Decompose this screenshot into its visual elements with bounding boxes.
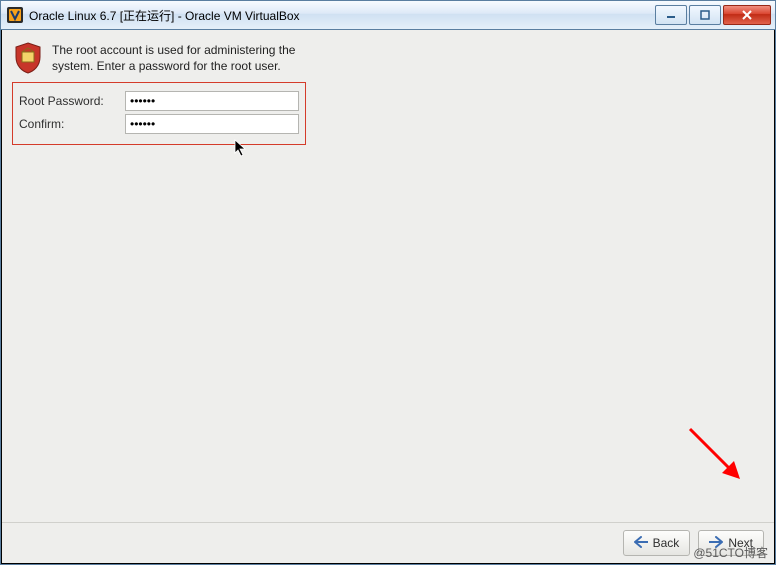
password-section: Root Password: Confirm: — [12, 82, 306, 145]
back-button[interactable]: Back — [623, 530, 691, 556]
intro-block: The root account is used for administeri… — [14, 42, 764, 74]
installer-content: The root account is used for administeri… — [2, 30, 774, 522]
virtualbox-icon — [7, 7, 23, 23]
confirm-password-row: Confirm: — [19, 114, 299, 134]
next-arrow-icon — [709, 536, 723, 551]
confirm-password-label: Confirm: — [19, 117, 125, 131]
virtualbox-window: Oracle Linux 6.7 [正在运行] - Oracle VM Virt… — [0, 0, 776, 565]
title-bar[interactable]: Oracle Linux 6.7 [正在运行] - Oracle VM Virt… — [1, 1, 775, 30]
window-controls — [655, 5, 771, 25]
installer-client-area: The root account is used for administeri… — [2, 30, 774, 563]
root-shield-icon — [14, 42, 42, 74]
next-button[interactable]: Next — [698, 530, 764, 556]
wizard-footer: Back Next — [2, 522, 774, 563]
minimize-button[interactable] — [655, 5, 687, 25]
next-button-label: Next — [728, 536, 753, 550]
window-title: Oracle Linux 6.7 [正在运行] - Oracle VM Virt… — [29, 7, 655, 24]
maximize-button[interactable] — [689, 5, 721, 25]
confirm-password-input[interactable] — [125, 114, 299, 134]
root-password-input[interactable] — [125, 91, 299, 111]
back-arrow-icon — [634, 536, 648, 551]
root-password-label: Root Password: — [19, 94, 125, 108]
back-button-label: Back — [653, 536, 680, 550]
close-button[interactable] — [723, 5, 771, 25]
intro-text: The root account is used for administeri… — [52, 42, 312, 74]
annotation-arrow-icon — [682, 421, 752, 494]
root-password-row: Root Password: — [19, 91, 299, 111]
